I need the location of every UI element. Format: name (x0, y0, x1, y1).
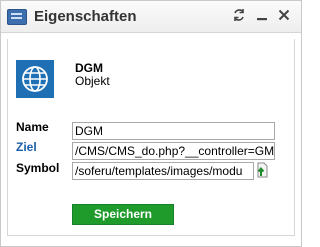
object-icon (16, 60, 54, 98)
ziel-field[interactable] (72, 142, 275, 160)
upload-file-icon (257, 162, 268, 178)
refresh-icon (234, 9, 244, 21)
name-label: Name (16, 120, 49, 134)
window-title: Eigenschaften (34, 8, 137, 25)
name-field[interactable] (72, 122, 275, 140)
save-button[interactable]: Speichern (72, 204, 174, 225)
symbol-field[interactable] (72, 162, 254, 180)
ziel-link[interactable]: Ziel (16, 140, 37, 154)
title-bar: Eigenschaften (1, 1, 301, 33)
properties-window: Eigenschaften DGM Objekt Name DGM Ziel /… (0, 0, 302, 247)
object-type: Objekt (75, 74, 110, 88)
close-icon (278, 9, 290, 21)
close-button[interactable] (274, 5, 294, 25)
upload-button[interactable] (255, 162, 269, 178)
refresh-button[interactable] (229, 5, 249, 25)
globe-icon (22, 66, 48, 92)
object-name: DGM (75, 61, 103, 75)
minimize-button[interactable] (252, 5, 272, 25)
minimize-icon (257, 18, 267, 21)
symbol-label: Symbol (16, 161, 60, 175)
app-icon (7, 9, 27, 25)
